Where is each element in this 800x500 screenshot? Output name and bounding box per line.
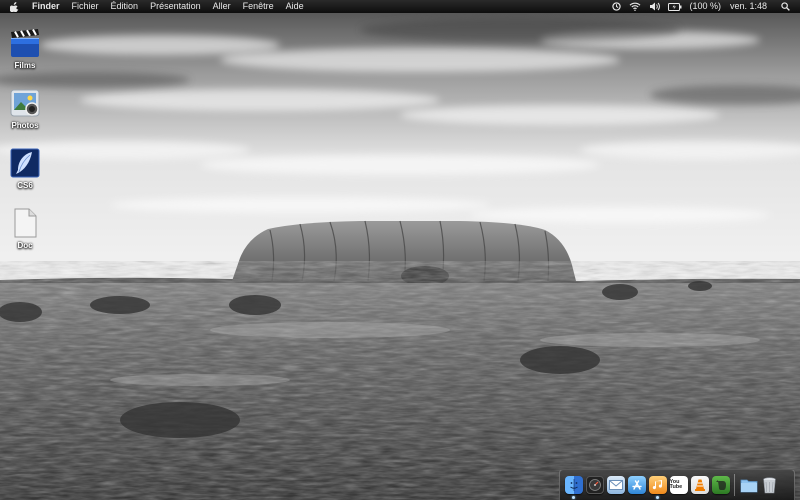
dock-app-store[interactable]: [627, 476, 646, 494]
desktop-icon-doc[interactable]: Doc: [0, 208, 50, 250]
battery-icon[interactable]: [664, 0, 686, 13]
dock-mail[interactable]: [606, 476, 625, 494]
apple-menu-icon[interactable]: [0, 0, 28, 13]
menu-presentation[interactable]: Présentation: [144, 0, 207, 13]
folder-icon: [740, 479, 757, 492]
dock-separator: [734, 474, 735, 496]
dock-vlc[interactable]: [690, 476, 709, 494]
dock-dashboard[interactable]: [585, 476, 604, 494]
finder-icon: [569, 479, 578, 491]
desktop-icon-label: Doc: [17, 241, 33, 250]
itunes-icon: [652, 480, 662, 490]
dock-itunes[interactable]: [648, 476, 667, 499]
mail-icon: [608, 480, 623, 490]
menu-fenetre[interactable]: Fenêtre: [237, 0, 280, 13]
document-icon: [10, 208, 40, 238]
battery-percentage: (100 %): [689, 1, 721, 11]
trash-icon: [763, 476, 776, 493]
clapperboard-icon: [10, 28, 40, 58]
time-machine-icon[interactable]: [608, 0, 625, 13]
vlc-cone-icon: [694, 479, 705, 491]
dock-youtube[interactable]: You Tube: [669, 476, 688, 494]
running-indicator: [572, 496, 575, 499]
app-store-icon: [631, 480, 642, 490]
desktop-icon-films[interactable]: Films: [0, 28, 50, 70]
desktop-icon-label: Photos: [11, 121, 39, 130]
running-indicator: [656, 496, 659, 499]
menu-aller[interactable]: Aller: [207, 0, 237, 13]
dashboard-icon: [588, 479, 601, 491]
feather-icon: [10, 148, 40, 178]
desktop-icon-cs6[interactable]: CS6: [0, 148, 50, 190]
desktop-icon-label: CS6: [17, 181, 33, 190]
volume-icon[interactable]: [645, 0, 664, 13]
evernote-icon: [715, 480, 726, 490]
menu-aide[interactable]: Aide: [280, 0, 310, 13]
dock: You Tube: [559, 469, 795, 500]
dock-finder[interactable]: [564, 476, 583, 499]
photos-app-icon: [10, 88, 40, 118]
menu-edition[interactable]: Édition: [105, 0, 145, 13]
dock-trash[interactable]: [761, 476, 779, 494]
desktop-wallpaper: [0, 0, 800, 500]
dock-evernote[interactable]: [711, 476, 730, 494]
menu-app-finder[interactable]: Finder: [28, 0, 66, 13]
dock-downloads-stack[interactable]: [740, 476, 758, 494]
wifi-icon[interactable]: [625, 0, 645, 13]
menu-bar: Finder Fichier Édition Présentation Alle…: [0, 0, 800, 13]
desktop-icon-photos[interactable]: Photos: [0, 88, 50, 130]
desktop-icon-label: Films: [14, 61, 36, 70]
spotlight-search-icon[interactable]: [777, 0, 794, 13]
youtube-icon: You Tube: [669, 478, 683, 490]
menu-fichier[interactable]: Fichier: [66, 0, 105, 13]
menu-clock[interactable]: ven. 1:48: [724, 0, 777, 13]
